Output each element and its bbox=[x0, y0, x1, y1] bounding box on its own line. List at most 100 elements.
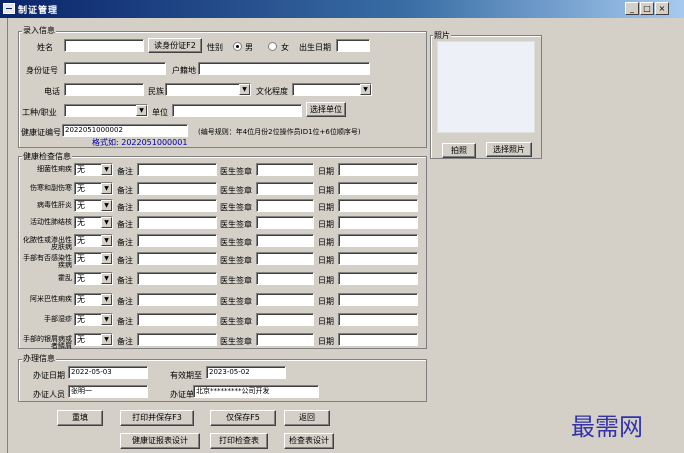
exam-row-select[interactable]: 无 ▼ bbox=[74, 216, 113, 229]
exam-note-input[interactable] bbox=[137, 293, 217, 306]
exam-date-input[interactable] bbox=[338, 293, 418, 306]
exam-doctor-input[interactable] bbox=[256, 163, 314, 176]
exam-note-input[interactable] bbox=[137, 182, 217, 195]
exam-note-label: 备注 bbox=[117, 186, 133, 195]
exam-doctor-input[interactable] bbox=[256, 216, 314, 229]
exam-doctor-input[interactable] bbox=[256, 234, 314, 247]
choose-photo-button[interactable]: 选择照片 bbox=[486, 142, 532, 157]
exam-group-label: 健康检查信息 bbox=[22, 151, 72, 162]
photo-area bbox=[437, 41, 535, 133]
minimize-button[interactable]: _ bbox=[625, 2, 639, 15]
exam-date-input[interactable] bbox=[338, 234, 418, 247]
exam-date-input[interactable] bbox=[338, 252, 418, 265]
select-unit-button[interactable]: 选择单位 bbox=[306, 102, 346, 117]
process-person-label: 办证人员 bbox=[33, 390, 65, 399]
exam-doctor-input[interactable] bbox=[256, 333, 314, 346]
exam-date-label: 日期 bbox=[318, 220, 334, 229]
exam-doctor-input[interactable] bbox=[256, 272, 314, 285]
exam-doctor-input[interactable] bbox=[256, 252, 314, 265]
exam-note-input[interactable] bbox=[137, 199, 217, 212]
edu-label: 文化程度 bbox=[256, 87, 288, 96]
chevron-down-icon[interactable]: ▼ bbox=[101, 217, 112, 228]
ethnic-select[interactable]: ▼ bbox=[165, 83, 251, 96]
exam-doctor-input[interactable] bbox=[256, 199, 314, 212]
chevron-down-icon[interactable]: ▼ bbox=[101, 183, 112, 194]
exam-note-label: 备注 bbox=[117, 317, 133, 326]
exam-date-label: 日期 bbox=[318, 256, 334, 265]
chevron-down-icon[interactable]: ▼ bbox=[101, 294, 112, 305]
chevron-down-icon[interactable]: ▼ bbox=[239, 84, 250, 95]
chevron-down-icon[interactable]: ▼ bbox=[101, 273, 112, 284]
exam-row-select[interactable]: 无 ▼ bbox=[74, 272, 113, 285]
exam-note-input[interactable] bbox=[137, 252, 217, 265]
process-date-input[interactable]: 2022-05-03 bbox=[68, 366, 148, 379]
exam-date-input[interactable] bbox=[338, 163, 418, 176]
chevron-down-icon[interactable]: ▼ bbox=[101, 334, 112, 345]
chevron-down-icon[interactable]: ▼ bbox=[101, 235, 112, 246]
process-person-input[interactable]: 张明一 bbox=[68, 385, 148, 398]
close-button[interactable]: × bbox=[655, 2, 669, 15]
chevron-down-icon[interactable]: ▼ bbox=[101, 314, 112, 325]
exam-row-value: 无 bbox=[77, 201, 85, 210]
exam-row-select[interactable]: 无 ▼ bbox=[74, 182, 113, 195]
male-radio[interactable] bbox=[233, 42, 242, 51]
cert-no-input[interactable]: 2022051000002 bbox=[62, 124, 188, 137]
exam-row-select[interactable]: 无 ▼ bbox=[74, 313, 113, 326]
chevron-down-icon[interactable]: ▼ bbox=[136, 105, 147, 116]
exam-row-select[interactable]: 无 ▼ bbox=[74, 234, 113, 247]
exam-doctor-input[interactable] bbox=[256, 293, 314, 306]
exam-doctor-input[interactable] bbox=[256, 182, 314, 195]
exam-row-select[interactable]: 无 ▼ bbox=[74, 333, 113, 346]
exam-note-input[interactable] bbox=[137, 313, 217, 326]
edu-select[interactable]: ▼ bbox=[292, 83, 372, 96]
exam-row-select[interactable]: 无 ▼ bbox=[74, 293, 113, 306]
birth-input[interactable] bbox=[336, 39, 370, 52]
hukou-label: 户籍地 bbox=[172, 66, 196, 75]
exam-note-label: 备注 bbox=[117, 220, 133, 229]
maximize-button[interactable]: □ bbox=[640, 2, 654, 15]
exam-note-input[interactable] bbox=[137, 333, 217, 346]
exam-date-label: 日期 bbox=[318, 317, 334, 326]
exam-date-input[interactable] bbox=[338, 313, 418, 326]
exam-row-value: 无 bbox=[77, 184, 85, 193]
chevron-down-icon[interactable]: ▼ bbox=[101, 200, 112, 211]
unit-input[interactable] bbox=[172, 104, 302, 117]
valid-until-input[interactable]: 2023-05-02 bbox=[206, 366, 286, 379]
exam-note-input[interactable] bbox=[137, 234, 217, 247]
exam-note-input[interactable] bbox=[137, 163, 217, 176]
idcard-input[interactable] bbox=[64, 62, 166, 75]
exam-row-select[interactable]: 无 ▼ bbox=[74, 199, 113, 212]
chevron-down-icon[interactable]: ▼ bbox=[360, 84, 371, 95]
read-id-button[interactable]: 读身份证F2 bbox=[148, 38, 202, 53]
print-save-button[interactable]: 打印并保存F3 bbox=[120, 410, 194, 426]
print-exam-button[interactable]: 打印检查表 bbox=[210, 433, 268, 449]
back-button[interactable]: 返回 bbox=[284, 410, 330, 426]
job-select[interactable]: ▼ bbox=[64, 104, 148, 117]
exam-date-input[interactable] bbox=[338, 199, 418, 212]
exam-design-button[interactable]: 检查表设计 bbox=[284, 433, 334, 449]
exam-date-input[interactable] bbox=[338, 182, 418, 195]
window-menu-icon[interactable] bbox=[3, 3, 15, 14]
process-unit-input[interactable]: 北京*********公司开发 bbox=[193, 385, 319, 398]
capture-photo-button[interactable]: 拍照 bbox=[442, 143, 476, 158]
save-only-button[interactable]: 仅保存F5 bbox=[210, 410, 276, 426]
name-input[interactable] bbox=[64, 39, 144, 52]
phone-input[interactable] bbox=[64, 83, 144, 96]
title-bar: 制证管理 _ □ × bbox=[0, 0, 684, 18]
exam-doctor-input[interactable] bbox=[256, 313, 314, 326]
female-radio[interactable] bbox=[268, 42, 277, 51]
exam-row-select[interactable]: 无 ▼ bbox=[74, 163, 113, 176]
reset-button[interactable]: 重填 bbox=[57, 410, 103, 426]
exam-row-value: 无 bbox=[77, 218, 85, 227]
chevron-down-icon[interactable]: ▼ bbox=[101, 253, 112, 264]
exam-note-input[interactable] bbox=[137, 272, 217, 285]
cert-design-button[interactable]: 健康证报表设计 bbox=[120, 433, 200, 449]
exam-date-label: 日期 bbox=[318, 203, 334, 212]
exam-date-input[interactable] bbox=[338, 216, 418, 229]
exam-note-input[interactable] bbox=[137, 216, 217, 229]
hukou-input[interactable] bbox=[198, 62, 370, 75]
exam-date-input[interactable] bbox=[338, 272, 418, 285]
exam-date-input[interactable] bbox=[338, 333, 418, 346]
exam-row-select[interactable]: 无 ▼ bbox=[74, 252, 113, 265]
chevron-down-icon[interactable]: ▼ bbox=[101, 164, 112, 175]
